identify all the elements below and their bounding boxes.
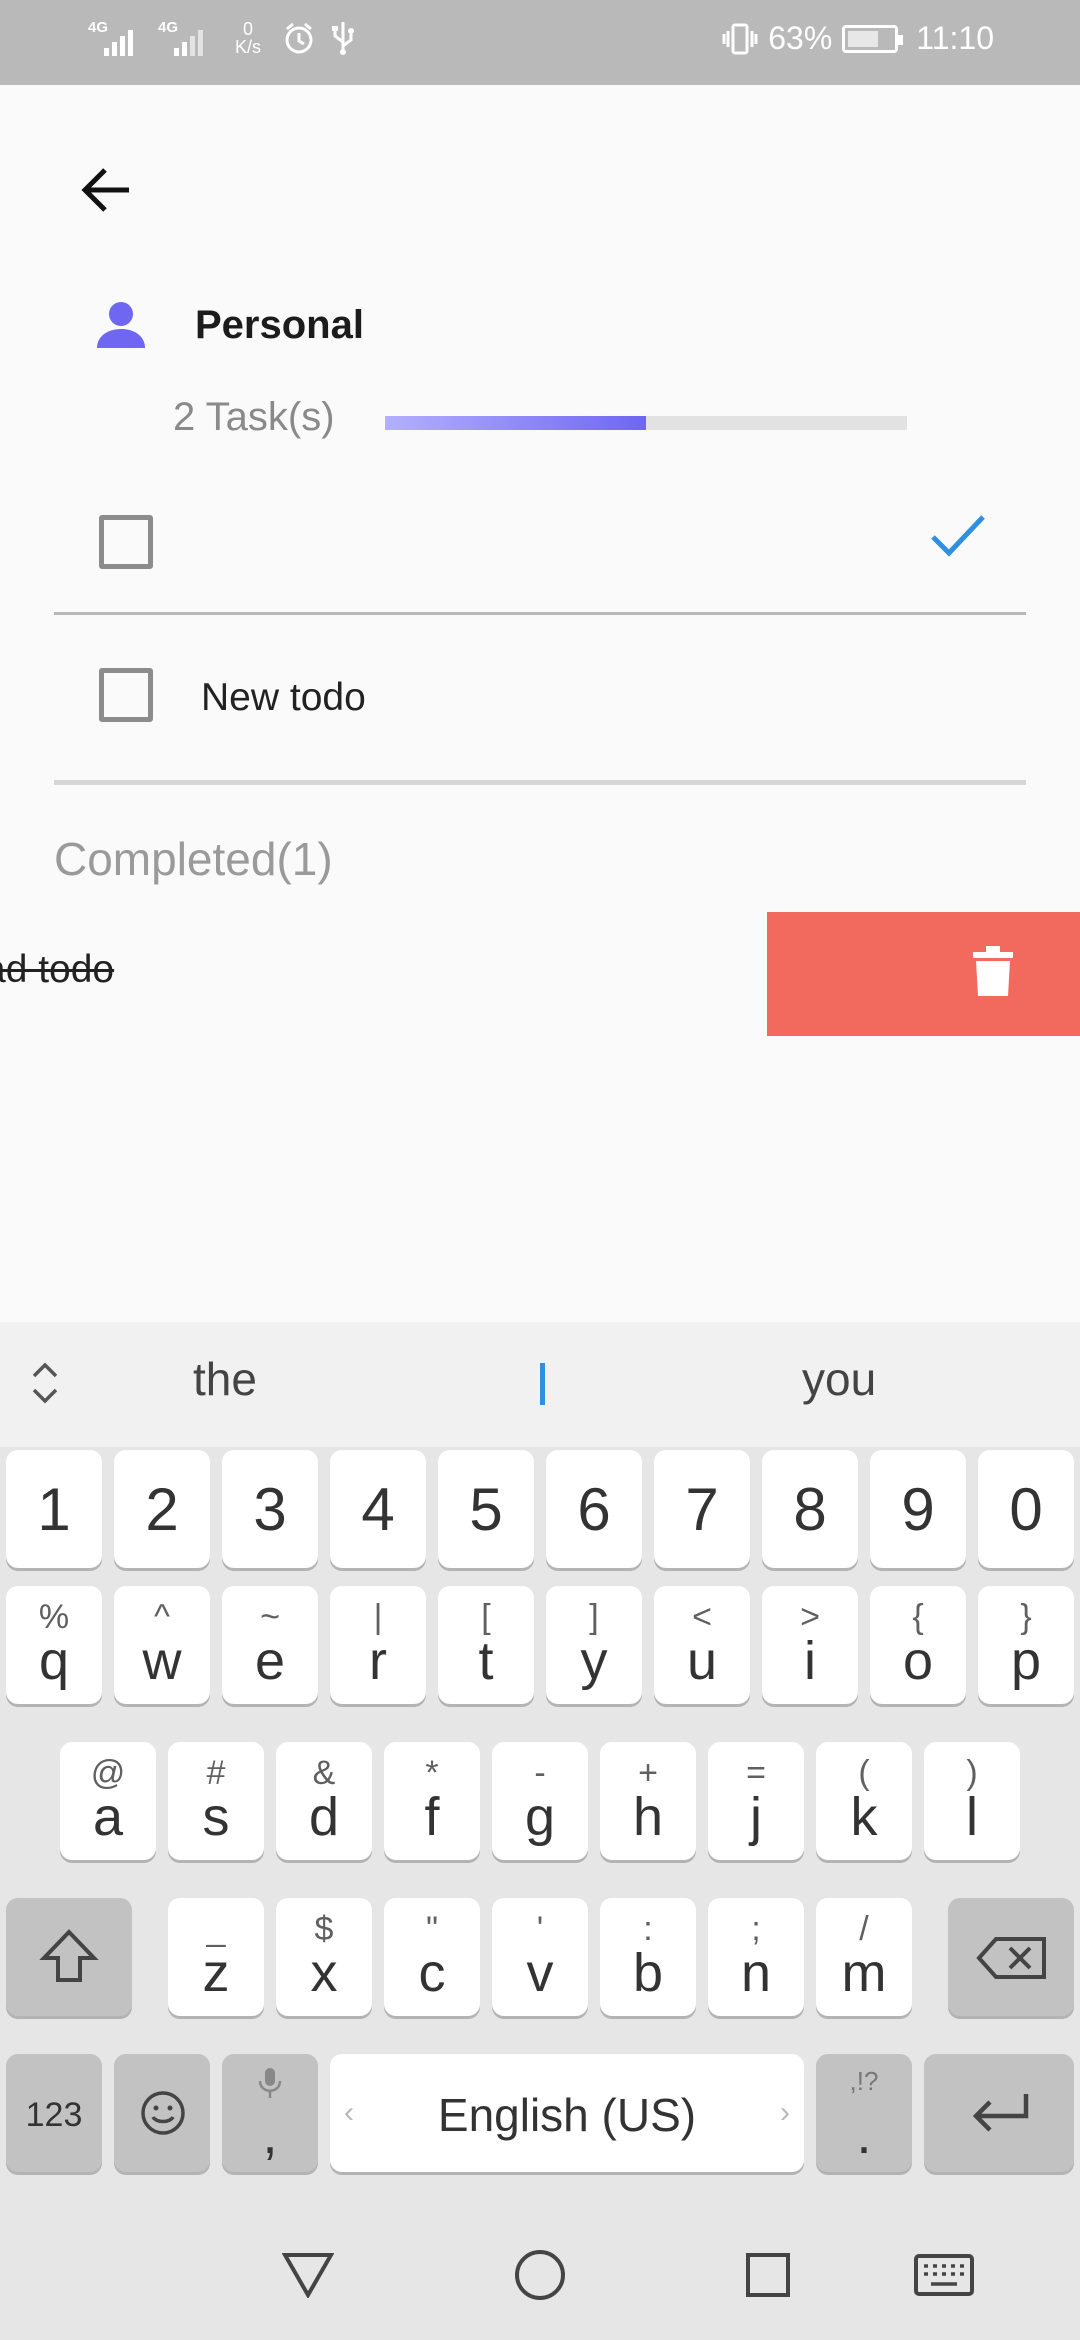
new-todo-checkbox[interactable] xyxy=(99,515,153,569)
enter-key[interactable] xyxy=(924,2054,1074,2172)
todo-item[interactable]: New todo xyxy=(54,640,1026,785)
shift-key[interactable] xyxy=(6,1898,132,2016)
key-v[interactable]: ' v xyxy=(492,1898,588,2016)
clock: 11:10 xyxy=(916,20,994,56)
delete-button[interactable] xyxy=(767,912,1080,1036)
key-k[interactable]: (k xyxy=(816,1742,912,1860)
period-key[interactable]: ,!? . xyxy=(816,2054,912,2172)
nav-back-button[interactable] xyxy=(248,2210,368,2340)
status-right: 63% 11:10 xyxy=(722,20,994,57)
key-9[interactable]: 9 xyxy=(870,1450,966,1568)
key-2[interactable]: 2 xyxy=(114,1450,210,1568)
key-f[interactable]: * f xyxy=(384,1742,480,1860)
alarm-icon xyxy=(282,21,316,55)
key-e[interactable]: ~ e xyxy=(222,1586,318,1704)
suggestion-2[interactable]: you xyxy=(802,1352,876,1406)
key-q[interactable]: % q xyxy=(6,1586,102,1704)
suggestion-bar: the you xyxy=(0,1322,1080,1447)
back-triangle-icon xyxy=(282,2253,334,2298)
category-header: Personal xyxy=(95,300,364,350)
soft-keyboard: the you 1 2 3 4 5 6 7 8 9 0 % q ^ w ~ e | r … xyxy=(0,1322,1080,2340)
key-n[interactable]: ; n xyxy=(708,1898,804,2016)
key-l[interactable]: ) l xyxy=(924,1742,1020,1860)
backspace-icon xyxy=(976,1937,1046,1979)
task-count: 2 Task(s) xyxy=(173,395,335,439)
speed-value: 0 xyxy=(242,19,253,39)
back-button[interactable] xyxy=(72,160,138,220)
speed-unit: K/s xyxy=(234,37,261,57)
completed-header: Completed(1) xyxy=(54,833,333,885)
key-y[interactable]: ] y xyxy=(546,1586,642,1704)
key-g[interactable]: -g xyxy=(492,1742,588,1860)
new-todo-row xyxy=(54,495,1026,615)
arrow-left-icon xyxy=(81,168,129,212)
comma-key[interactable]: , xyxy=(222,2054,318,2172)
person-icon xyxy=(97,302,145,348)
key-h[interactable]: + h xyxy=(600,1742,696,1860)
key-3[interactable]: 3 xyxy=(222,1450,318,1568)
key-t[interactable]: [t xyxy=(438,1586,534,1704)
nav-recents-button[interactable] xyxy=(708,2210,828,2340)
mic-icon xyxy=(258,2068,282,2098)
category-title: Personal xyxy=(195,302,364,347)
key-b[interactable]: :b xyxy=(600,1898,696,2016)
shift-icon xyxy=(39,1929,99,1982)
todo-text: New todo xyxy=(201,676,366,719)
enter-icon xyxy=(972,2094,1029,2132)
key-m[interactable]: / m xyxy=(816,1898,912,2016)
key-r[interactable]: | r xyxy=(330,1586,426,1704)
check-icon xyxy=(931,515,985,557)
key-u[interactable]: < u xyxy=(654,1586,750,1704)
key-i[interactable]: > i xyxy=(762,1586,858,1704)
nav-home-button[interactable] xyxy=(480,2210,600,2340)
key-x[interactable]: $ x xyxy=(276,1898,372,2016)
suggestion-toggle[interactable] xyxy=(30,1360,60,1411)
key-5[interactable]: 5 xyxy=(438,1450,534,1568)
vibrate-icon xyxy=(722,22,758,56)
new-todo-input[interactable] xyxy=(194,507,944,573)
numbers-key[interactable]: 123 xyxy=(6,2054,102,2172)
key-7[interactable]: 7 xyxy=(654,1450,750,1568)
key-6[interactable]: 6 xyxy=(546,1450,642,1568)
battery-charging-icon xyxy=(842,24,904,53)
home-circle-icon xyxy=(515,2250,565,2300)
keyboard-icon xyxy=(914,2254,974,2296)
confirm-button[interactable] xyxy=(930,513,986,562)
key-0[interactable]: 0 xyxy=(978,1450,1074,1568)
todo-checkbox[interactable] xyxy=(99,668,153,722)
nav-keyboard-button[interactable] xyxy=(884,2210,1004,2340)
progress-bar xyxy=(385,416,907,430)
signal-icon: 4G xyxy=(88,18,144,58)
trash-icon xyxy=(973,946,1013,996)
chevron-up-down-icon xyxy=(32,1362,58,1404)
status-left: 4G 4G 0 K/s xyxy=(88,18,356,58)
key-w[interactable]: ^ w xyxy=(114,1586,210,1704)
key-c[interactable]: " c xyxy=(384,1898,480,2016)
key-8[interactable]: 8 xyxy=(762,1450,858,1568)
usb-icon xyxy=(330,20,356,56)
key-p[interactable]: } p xyxy=(978,1586,1074,1704)
key-o[interactable]: {o xyxy=(870,1586,966,1704)
recents-square-icon xyxy=(746,2253,790,2297)
key-z[interactable]: _ z xyxy=(168,1898,264,2016)
key-1[interactable]: 1 xyxy=(6,1450,102,1568)
signal-icon: 4G xyxy=(158,18,214,58)
text-cursor xyxy=(540,1363,545,1405)
key-s[interactable]: # s xyxy=(168,1742,264,1860)
navigation-bar xyxy=(0,2210,1080,2340)
backspace-key[interactable] xyxy=(948,1898,1074,2016)
space-key[interactable]: ‹ English (US) › xyxy=(330,2054,804,2172)
battery-percent: 63% xyxy=(768,20,833,56)
key-d[interactable]: & d xyxy=(276,1742,372,1860)
completed-item-text[interactable]: ad todo xyxy=(0,948,114,992)
network-speed: 0 K/s xyxy=(228,20,268,56)
emoji-key[interactable] xyxy=(114,2054,210,2172)
key-j[interactable]: = j xyxy=(708,1742,804,1860)
emoji-icon xyxy=(141,2091,185,2135)
progress-fill xyxy=(385,416,646,430)
key-4[interactable]: 4 xyxy=(330,1450,426,1568)
suggestion-1[interactable]: the xyxy=(193,1352,257,1406)
status-bar: 4G 4G 0 K/s 63% 11:10 xyxy=(0,0,1080,85)
key-a[interactable]: @ a xyxy=(60,1742,156,1860)
